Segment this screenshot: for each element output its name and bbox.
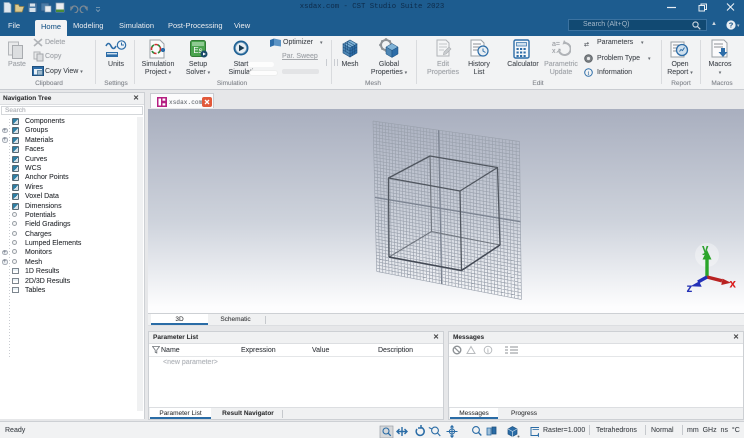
svg-text:?: ? bbox=[729, 21, 734, 30]
svg-text:⇄: ⇄ bbox=[584, 41, 589, 48]
svg-text:a=: a= bbox=[552, 41, 560, 48]
svg-text:z: z bbox=[687, 283, 693, 295]
svg-text:x: x bbox=[730, 279, 737, 291]
svg-text:y: y bbox=[702, 244, 709, 256]
